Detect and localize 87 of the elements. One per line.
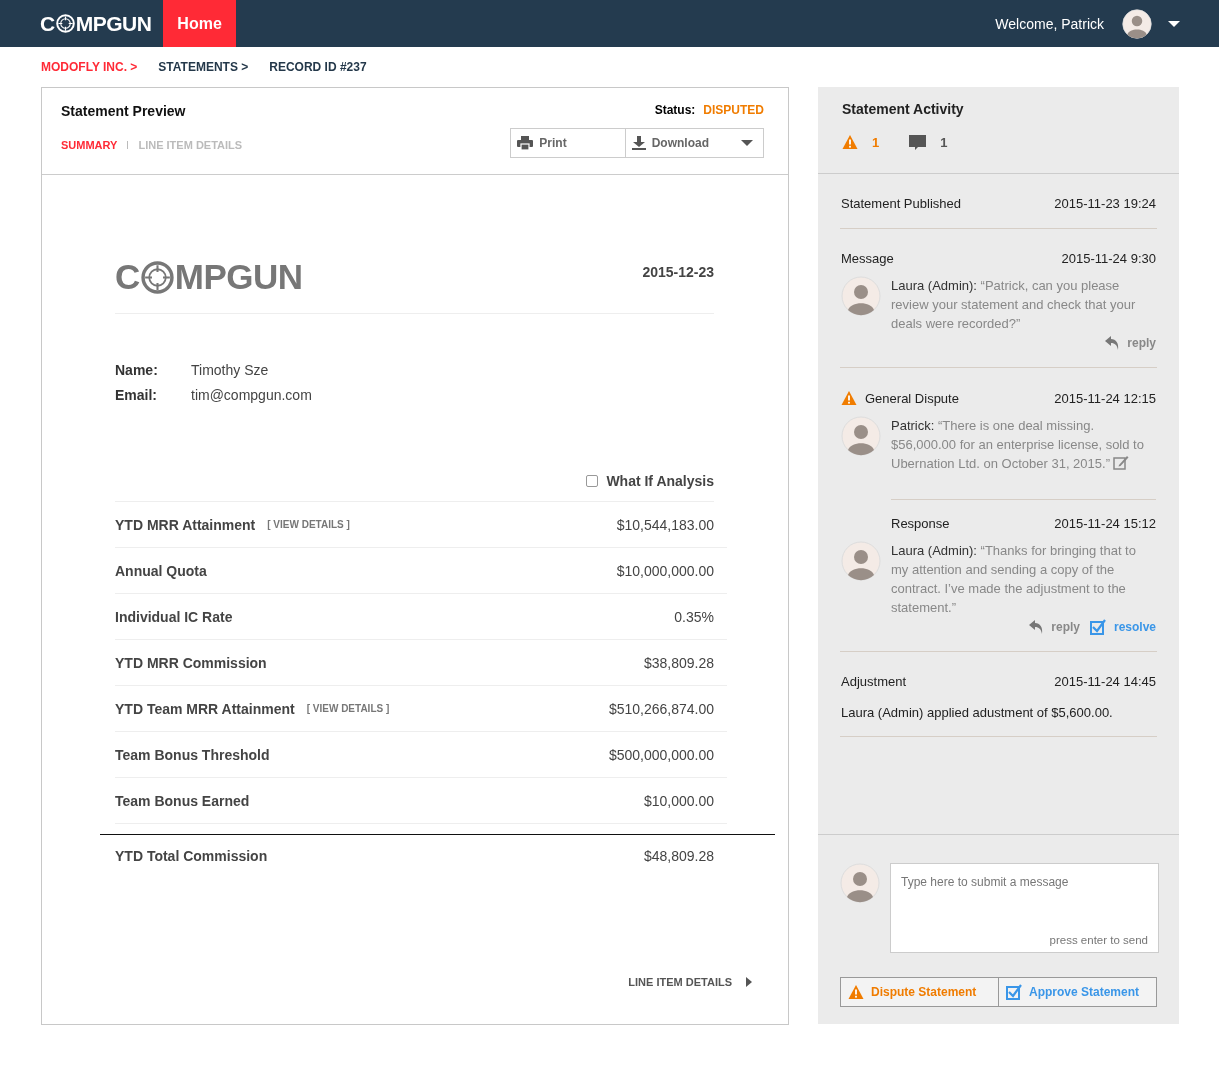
row-label: Annual Quota [115, 562, 207, 579]
comment-count: 1 [940, 134, 948, 150]
view-details-link[interactable]: [ VIEW DETAILS ] [267, 519, 350, 530]
row-value: $10,000,000.00 [616, 562, 714, 579]
panel-title: Statement Activity [842, 101, 965, 117]
avatar-icon [840, 863, 880, 903]
printer-icon [517, 136, 534, 150]
dispute-statement-button[interactable]: Dispute Statement [840, 977, 999, 1007]
line-item-details-link[interactable]: LINE ITEM DETAILS [628, 976, 752, 988]
event-time: 2015-11-23 19:24 [1054, 196, 1156, 211]
approve-statement-button[interactable]: Approve Statement [998, 977, 1157, 1007]
checkbox[interactable] [586, 475, 599, 487]
breadcrumb-link[interactable]: RECORD ID #237 [269, 60, 367, 74]
row-value: $510,266,874.00 [608, 700, 714, 717]
logo-text: MPGUN [75, 11, 152, 36]
field-label: Email: [115, 387, 158, 403]
reply-arrow-icon [1029, 619, 1044, 635]
avatar-icon [841, 416, 881, 456]
warning-icon [848, 984, 864, 1000]
event-time: 2015-11-24 15:12 [1054, 516, 1156, 531]
reply-button[interactable]: reply [1029, 619, 1080, 635]
field-label: Name: [115, 362, 159, 378]
event-time: 2015-11-24 12:15 [1054, 390, 1156, 406]
dispute-count: 1 [872, 134, 880, 150]
message-text: Laura (Admin): “Thanks for bringing that to my attention and sending a copy of the contract. I’ve made the adjustment to the statement.” [891, 542, 1137, 617]
caret-icon [741, 140, 753, 146]
breadcrumb-link[interactable]: MODOFLY INC. > [41, 60, 138, 74]
field-value: Timothy Sze [191, 362, 270, 378]
event-title: Statement Published [841, 196, 961, 211]
event-text: Laura (Admin) applied adustment of $5,600.00. [841, 705, 1114, 720]
message-text: Laura (Admin): “Patrick, can you please review your statement and check that your deals were recorded?” [891, 277, 1137, 333]
view-tab[interactable]: LINE ITEM DETAILS [138, 139, 243, 151]
row-value: $10,000.00 [643, 792, 714, 809]
avatar-icon [841, 276, 881, 316]
logo-text: C [115, 257, 140, 297]
logo-text: MPGUN [174, 257, 303, 297]
event-time: 2015-11-24 14:45 [1054, 674, 1156, 689]
row-label: Individual IC Rate [115, 608, 233, 625]
warning-icon [841, 390, 857, 406]
arrow-right-icon [746, 977, 752, 987]
panel-title: Statement Preview [61, 103, 187, 119]
message-input[interactable]: Type here to submit a message [901, 875, 1148, 889]
reply-button[interactable]: reply [1105, 335, 1156, 351]
checkbox-label: What If Analysis [606, 473, 714, 489]
nav-tab[interactable]: Home [163, 0, 236, 47]
user-avatar-icon [1122, 8, 1152, 39]
row-label: Team Bonus Threshold [115, 746, 270, 763]
checkbox-tick-icon [1006, 984, 1022, 1000]
input-hint: press enter to send [1049, 934, 1148, 946]
row-label: YTD Team MRR Attainment [115, 700, 295, 717]
view-tab[interactable]: SUMMARY [61, 139, 118, 151]
dropdown-caret-icon[interactable] [1168, 20, 1180, 27]
welcome-text: Welcome, Patrick [995, 15, 1104, 32]
warning-icon [842, 134, 858, 150]
row-value: 0.35% [674, 608, 714, 625]
event-title: Response [891, 516, 950, 531]
logo-text: C [40, 11, 55, 36]
download-button[interactable]: Download [625, 128, 764, 158]
edit-icon[interactable] [1113, 455, 1129, 470]
status-label: Status: [654, 103, 696, 117]
row-label: YTD MRR Commission [115, 654, 267, 671]
download-icon [631, 136, 646, 150]
reply-arrow-icon [1105, 335, 1120, 351]
row-value: $500,000,000.00 [608, 746, 714, 763]
status-value: DISPUTED [703, 103, 764, 117]
breadcrumb-link[interactable]: STATEMENTS > [158, 60, 249, 74]
row-label: YTD MRR Attainment [115, 516, 256, 533]
row-value: $38,809.28 [643, 654, 714, 671]
row-label: Team Bonus Earned [115, 792, 250, 809]
total-label: YTD Total Commission [115, 848, 268, 864]
checkbox-tick-icon [1089, 619, 1106, 635]
resolve-button[interactable]: resolve [1089, 619, 1156, 635]
comment-icon [909, 134, 927, 150]
event-time: 2015-11-24 9:30 [1061, 251, 1156, 266]
view-details-link[interactable]: [ VIEW DETAILS ] [306, 703, 390, 714]
total-value: $48,809.28 [643, 848, 714, 864]
field-value: tim@compgun.com [191, 387, 313, 403]
event-title: Message [841, 251, 894, 266]
print-button[interactable]: Print [510, 128, 626, 158]
statement-date: 2015-12-23 [642, 264, 714, 280]
message-text: Patrick: “There is one deal missing. $56,000.00 for an enterprise license, sold to Ubernation Ltd. on October 31, 2015.” [891, 417, 1145, 473]
avatar-icon [841, 541, 881, 581]
crosshair-icon [140, 260, 174, 294]
row-value: $10,544,183.00 [616, 516, 714, 533]
event-title: Adjustment [841, 674, 907, 689]
crosshair-icon [55, 14, 75, 33]
event-title: General Dispute [865, 390, 959, 406]
